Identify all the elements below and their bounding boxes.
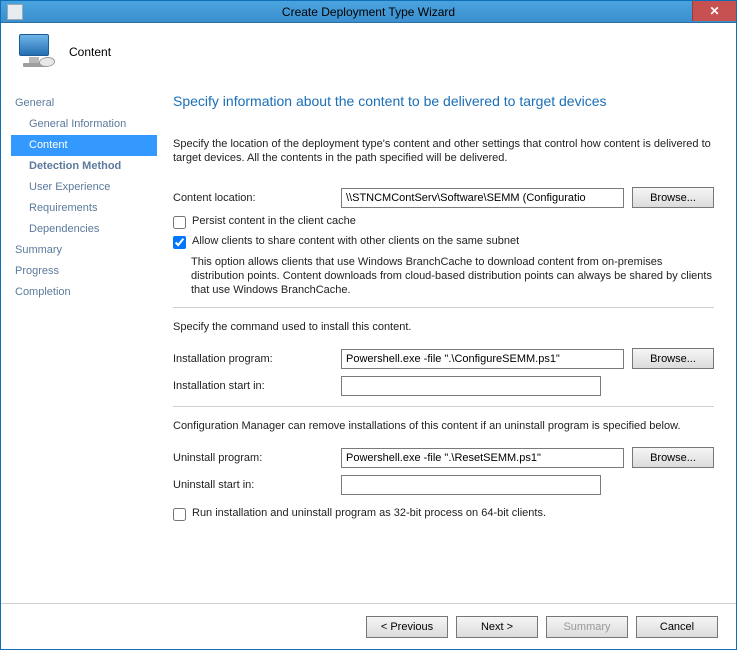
separator-2 [173, 406, 714, 407]
nav-user-experience[interactable]: User Experience [11, 177, 157, 198]
computer-icon [15, 32, 55, 72]
uninstall-program-input[interactable] [341, 448, 624, 468]
separator-1 [173, 307, 714, 308]
close-button[interactable]: ✕ [692, 1, 736, 21]
nav-requirements[interactable]: Requirements [11, 198, 157, 219]
nav-content[interactable]: Content [11, 135, 157, 156]
previous-button[interactable]: < Previous [366, 616, 448, 638]
header-band: Content [1, 23, 736, 81]
share-label: Allow clients to share content with othe… [192, 235, 519, 247]
nav-summary[interactable]: Summary [11, 240, 157, 261]
content-location-label: Content location: [173, 192, 333, 204]
app-icon [7, 4, 23, 20]
content-pane: Specify information about the content to… [157, 81, 724, 603]
uninstall-program-browse-button[interactable]: Browse... [632, 447, 714, 468]
persist-label: Persist content in the client cache [192, 215, 356, 227]
nav-dependencies[interactable]: Dependencies [11, 219, 157, 240]
content-location-browse-button[interactable]: Browse... [632, 187, 714, 208]
install-start-label: Installation start in: [173, 380, 333, 392]
summary-button[interactable]: Summary [546, 616, 628, 638]
install-description: Specify the command used to install this… [173, 320, 714, 334]
nav-general[interactable]: General [11, 93, 157, 114]
wizard-window: Create Deployment Type Wizard ✕ Content … [0, 0, 737, 650]
page-heading: Specify information about the content to… [173, 93, 714, 109]
uninstall-start-input[interactable] [341, 475, 601, 495]
run-32bit-label: Run installation and uninstall program a… [192, 507, 546, 519]
share-checkbox[interactable] [173, 236, 186, 249]
window-title: Create Deployment Type Wizard [282, 5, 455, 19]
install-start-input[interactable] [341, 376, 601, 396]
page-description: Specify the location of the deployment t… [173, 137, 714, 165]
install-program-input[interactable] [341, 349, 624, 369]
nav-general-information[interactable]: General Information [11, 114, 157, 135]
titlebar: Create Deployment Type Wizard ✕ [1, 1, 736, 23]
cancel-button[interactable]: Cancel [636, 616, 718, 638]
uninstall-program-label: Uninstall program: [173, 452, 333, 464]
nav-completion[interactable]: Completion [11, 282, 157, 303]
nav-detection-method[interactable]: Detection Method [11, 156, 157, 177]
next-button[interactable]: Next > [456, 616, 538, 638]
footer: < Previous Next > Summary Cancel [1, 603, 736, 649]
install-program-browse-button[interactable]: Browse... [632, 348, 714, 369]
install-program-label: Installation program: [173, 353, 333, 365]
uninstall-description: Configuration Manager can remove install… [173, 419, 714, 433]
wizard-nav: General General Information Content Dete… [7, 81, 157, 603]
nav-progress[interactable]: Progress [11, 261, 157, 282]
run-32bit-checkbox[interactable] [173, 508, 186, 521]
content-location-input[interactable] [341, 188, 624, 208]
share-note: This option allows clients that use Wind… [191, 255, 714, 297]
page-header-label: Content [69, 45, 111, 59]
persist-checkbox[interactable] [173, 216, 186, 229]
uninstall-start-label: Uninstall start in: [173, 479, 333, 491]
